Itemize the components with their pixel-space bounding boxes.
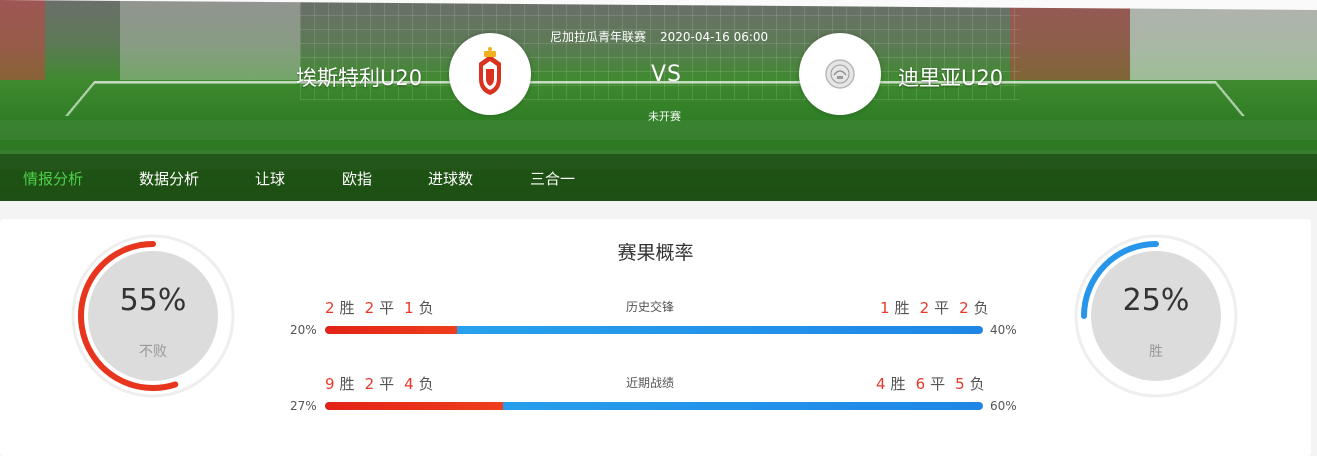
draw-label: 平	[930, 375, 946, 393]
draw-label: 平	[379, 299, 395, 317]
loss-label: 负	[969, 375, 985, 393]
loss-label: 负	[418, 299, 434, 317]
home-team-crest-icon[interactable]	[449, 33, 531, 115]
loss-label: 负	[973, 299, 989, 317]
match-header: 尼加拉瓜青年联赛 2020-04-16 06:00 埃斯特利U20 VS 未开赛 …	[0, 0, 1317, 201]
league-name: 尼加拉瓜青年联赛	[550, 30, 647, 44]
recent-comparison-bar	[325, 402, 983, 410]
away-team-name[interactable]: 迪里亚U20	[898, 62, 1003, 92]
tab-data-analysis[interactable]: 数据分析	[139, 168, 199, 189]
away-recent-draws: 6	[915, 375, 926, 393]
away-recent-percent: 60%	[990, 399, 1017, 413]
draw-label: 平	[379, 375, 395, 393]
tab-european-odds[interactable]: 欧指	[342, 168, 372, 189]
recent-home-fill	[325, 402, 503, 410]
away-probability-value: 25%	[1122, 283, 1190, 318]
h2h-comparison-bar	[325, 326, 983, 334]
home-h2h-draws: 2	[364, 299, 375, 317]
home-recent-record: 9胜2平4负	[325, 373, 434, 394]
away-recent-losses: 5	[955, 375, 965, 393]
home-team-name[interactable]: 埃斯特利U20	[296, 62, 422, 92]
win-label: 胜	[890, 375, 906, 393]
away-recent-record: 4胜6平5负	[876, 373, 985, 394]
home-h2h-losses: 1	[404, 299, 414, 317]
match-datetime: 2020-04-16 06:00	[660, 30, 769, 44]
home-probability-gauge: 55% 不败	[71, 234, 235, 402]
tab-three-in-one[interactable]: 三合一	[530, 168, 575, 189]
win-label: 胜	[894, 299, 910, 317]
away-probability-gauge: 25% 胜	[1074, 234, 1238, 402]
home-probability-label: 不败	[139, 344, 167, 360]
match-info: 尼加拉瓜青年联赛 2020-04-16 06:00	[550, 28, 782, 45]
h2h-label: 历史交锋	[625, 300, 674, 314]
win-label: 胜	[339, 299, 355, 317]
home-h2h-percent: 20%	[290, 323, 317, 337]
home-recent-percent: 27%	[290, 399, 317, 413]
tab-intel-analysis[interactable]: 情报分析	[23, 168, 83, 189]
away-h2h-percent: 40%	[990, 323, 1017, 337]
h2h-home-fill	[325, 326, 457, 334]
away-h2h-losses: 2	[959, 299, 969, 317]
away-h2h-draws: 2	[919, 299, 930, 317]
away-h2h-record: 1胜2平2负	[880, 297, 989, 318]
loss-label: 负	[418, 375, 434, 393]
result-probability-panel: 赛果概率 55% 不败 25% 胜 2胜2平1负 历史交锋 1胜2平2负 20%…	[0, 219, 1311, 456]
home-h2h-record: 2胜2平1负	[325, 297, 434, 318]
home-h2h-wins: 2	[325, 299, 335, 317]
away-h2h-wins: 1	[880, 299, 890, 317]
away-probability-label: 胜	[1149, 344, 1163, 360]
recent-form-label: 近期战绩	[625, 376, 674, 390]
tab-handicap[interactable]: 让球	[255, 168, 285, 189]
home-probability-value: 55%	[119, 283, 187, 318]
vs-label: VS	[651, 62, 683, 87]
tab-total-goals[interactable]: 进球数	[428, 168, 473, 189]
home-recent-losses: 4	[404, 375, 414, 393]
home-recent-wins: 9	[325, 375, 335, 393]
away-team-crest-icon[interactable]	[799, 33, 881, 115]
win-label: 胜	[339, 375, 355, 393]
home-recent-draws: 2	[364, 375, 375, 393]
match-status: 未开赛	[648, 110, 681, 123]
away-recent-wins: 4	[876, 375, 886, 393]
draw-label: 平	[934, 299, 950, 317]
